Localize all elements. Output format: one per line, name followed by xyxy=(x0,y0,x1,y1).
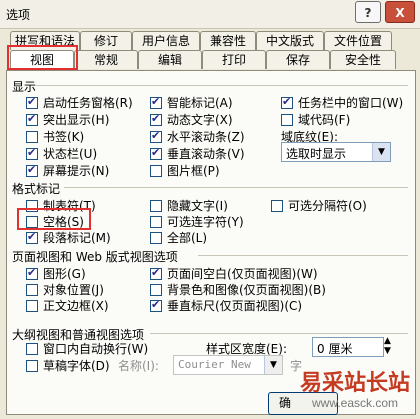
formatting-section-title: 格式标记 xyxy=(12,182,61,196)
tab-security[interactable]: 安全性 xyxy=(330,50,396,69)
style-area-width-value: 0 厘米 xyxy=(317,342,353,356)
style-area-width-input[interactable]: 0 厘米 xyxy=(312,337,384,357)
checkbox-wrap-to-window[interactable] xyxy=(26,343,38,355)
tab-save[interactable]: 保存 xyxy=(266,50,330,69)
checkbox-optional-hyphens[interactable] xyxy=(150,216,162,228)
checkbox-text-boundaries[interactable] xyxy=(26,300,38,312)
checkbox-highlight[interactable] xyxy=(26,112,38,126)
checkbox-vertical-ruler[interactable] xyxy=(150,298,162,312)
display-separator xyxy=(36,85,408,86)
checkbox-hidden-text[interactable] xyxy=(150,200,162,212)
checkbox-taskbar-windows[interactable] xyxy=(281,95,293,109)
label-all-marks: 全部(L) xyxy=(167,231,208,245)
font-name-value: Courier New xyxy=(178,358,251,371)
chevron-down-icon[interactable]: ▼ xyxy=(264,356,282,374)
label-screentips: 屏幕提示(N) xyxy=(43,164,110,178)
label-hidden-text: 隐藏文字(I) xyxy=(167,199,228,213)
label-drawings: 图形(G) xyxy=(43,267,86,281)
label-status-bar: 状态栏(U) xyxy=(43,147,98,161)
page-view-section-title: 页面视图和 Web 版式视图选项 xyxy=(12,250,178,264)
label-field-codes: 域代码(F) xyxy=(298,113,351,127)
label-vertical-ruler: 垂直标尺(仅页面视图)(C) xyxy=(167,299,303,313)
tab-edit[interactable]: 编辑 xyxy=(138,50,202,69)
tab-compatibility[interactable]: 兼容性 xyxy=(200,31,256,50)
watermark-text: 易采站长站 xyxy=(300,370,411,396)
checkbox-white-space[interactable] xyxy=(150,266,162,280)
label-smart-tags: 智能标记(A) xyxy=(167,96,233,110)
checkbox-status-bar[interactable] xyxy=(26,146,38,160)
field-shading-select[interactable]: 选取时显示 ▼ xyxy=(281,142,391,162)
label-vertical-scrollbar: 垂直滚动条(V) xyxy=(167,147,245,161)
label-optional-hyphens: 可选连字符(Y) xyxy=(167,215,244,229)
display-section-title: 显示 xyxy=(12,80,37,94)
tab-print[interactable]: 打印 xyxy=(202,50,266,69)
checkbox-bookmarks[interactable] xyxy=(26,131,38,143)
label-text-boundaries: 正文边框(X) xyxy=(43,299,109,313)
checkbox-vertical-scrollbar[interactable] xyxy=(150,146,162,160)
label-draft-font: 草稿字体(D) xyxy=(43,359,110,373)
checkbox-startup-taskpane[interactable] xyxy=(26,95,38,109)
label-animated-text: 动态文字(X) xyxy=(167,113,233,127)
label-bookmarks: 书签(K) xyxy=(43,130,85,144)
tab-general[interactable]: 常规 xyxy=(74,50,138,69)
checkbox-screentips[interactable] xyxy=(26,163,38,177)
label-startup-taskpane: 启动任务窗格(R) xyxy=(43,96,133,110)
checkbox-drawings[interactable] xyxy=(26,266,38,280)
checkbox-horizontal-scrollbar[interactable] xyxy=(150,129,162,143)
label-taskbar-windows: 任务栏中的窗口(W) xyxy=(298,96,404,110)
label-picture-placeholders: 图片框(P) xyxy=(167,164,220,178)
font-name-select[interactable]: Courier New ▼ xyxy=(173,355,283,375)
label-highlight: 突出显示(H) xyxy=(43,113,110,127)
checkbox-picture-placeholders[interactable] xyxy=(150,165,162,177)
tab-asian-typography[interactable]: 中文版式 xyxy=(256,31,324,50)
label-font-name: 名称(I): xyxy=(118,359,159,373)
close-button[interactable]: X xyxy=(385,1,415,23)
label-white-space: 页面间空白(仅页面视图)(W) xyxy=(167,267,318,281)
tab-file-locations[interactable]: 文件位置 xyxy=(324,31,392,50)
chevron-down-icon[interactable]: ▼ xyxy=(372,143,390,161)
label-horizontal-scrollbar: 水平滚动条(Z) xyxy=(167,130,245,144)
spinner-icon[interactable]: ▲ ▼ xyxy=(384,336,391,356)
checkbox-object-anchors[interactable] xyxy=(26,284,38,296)
label-wrap-to-window: 窗口内自动换行(W) xyxy=(43,342,149,356)
outline-separator xyxy=(150,333,408,334)
checkbox-all-marks[interactable] xyxy=(150,232,162,244)
label-optional-breaks: 可选分隔符(O) xyxy=(288,199,367,213)
window-title: 选项 xyxy=(6,8,31,22)
tab-view-highlight xyxy=(7,45,78,70)
label-paragraph-marks: 段落标记(M) xyxy=(43,231,111,245)
checkbox-paragraph-marks[interactable] xyxy=(26,230,38,244)
checkbox-smart-tags[interactable] xyxy=(150,95,162,109)
page-view-separator xyxy=(198,255,408,256)
formatting-separator xyxy=(64,187,408,188)
checkbox-optional-breaks[interactable] xyxy=(271,200,283,212)
tab-revisions[interactable]: 修订 xyxy=(80,31,132,50)
label-object-anchors: 对象位置(J) xyxy=(43,283,104,297)
tab-user-info[interactable]: 用户信息 xyxy=(132,31,200,50)
checkbox-background-colors[interactable] xyxy=(150,284,162,296)
label-background-colors: 背景色和图像(仅页面视图)(B) xyxy=(167,283,326,297)
checkbox-animated-text[interactable] xyxy=(150,112,162,126)
help-button[interactable]: ? xyxy=(355,1,381,23)
title-bar: 选项 ? X xyxy=(0,0,420,29)
spaces-highlight xyxy=(17,208,91,230)
checkbox-draft-font[interactable] xyxy=(26,360,38,372)
watermark-url: www.easck.com xyxy=(312,396,399,410)
field-shading-value: 选取时显示 xyxy=(286,147,347,161)
checkbox-field-codes[interactable] xyxy=(281,114,293,126)
